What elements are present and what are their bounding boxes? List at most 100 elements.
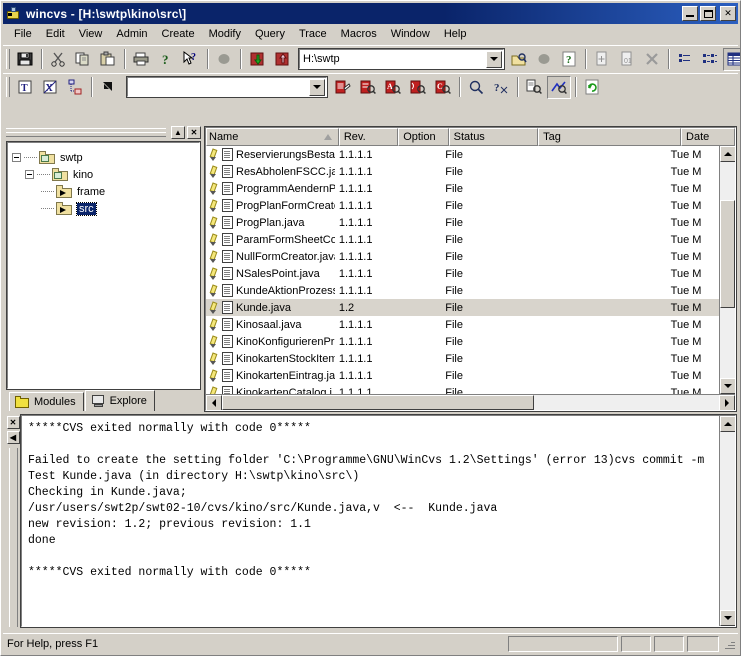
tree-node-kino[interactable]: kino bbox=[12, 166, 195, 183]
console-dock-grip[interactable] bbox=[8, 448, 18, 627]
console-close-button[interactable]: ✕ bbox=[6, 416, 20, 429]
scroll-up-button[interactable] bbox=[720, 146, 735, 162]
filter-dropdown-arrow[interactable] bbox=[309, 78, 325, 96]
scroll-thumb[interactable] bbox=[720, 200, 735, 308]
scroll-down-button[interactable] bbox=[720, 378, 735, 394]
select-arrow-button[interactable] bbox=[96, 76, 120, 99]
table-row[interactable]: ProgrammAendernPr...1.1.1.1 File Tue M bbox=[206, 180, 719, 197]
path-combobox[interactable]: H:\swtp bbox=[298, 48, 505, 70]
log-detail-button[interactable] bbox=[356, 76, 380, 99]
table-row[interactable]: KinokartenCatalog.j 1.1.1.1 File Tue M bbox=[206, 384, 719, 394]
console-scroll-down-button[interactable] bbox=[720, 610, 735, 626]
binary-mode-button[interactable]: X bbox=[38, 76, 62, 99]
menu-macros[interactable]: Macros bbox=[334, 26, 384, 43]
table-row[interactable]: KinoKonfigurierenPro...1.1.1.1 File Tue M bbox=[206, 333, 719, 350]
scroll-right-button[interactable] bbox=[719, 395, 735, 410]
menu-window[interactable]: Window bbox=[384, 26, 437, 43]
hscroll-thumb[interactable] bbox=[222, 395, 534, 410]
list-small-view-button[interactable] bbox=[673, 48, 697, 71]
close-button[interactable]: ✕ bbox=[720, 6, 736, 21]
print-button[interactable] bbox=[129, 48, 153, 71]
dock-close-button[interactable]: ✕ bbox=[187, 126, 201, 139]
path-dropdown-arrow[interactable] bbox=[486, 50, 502, 68]
file-list-horizontal-scrollbar[interactable] bbox=[206, 394, 735, 410]
console-minimize-button[interactable]: ◀ bbox=[6, 431, 20, 444]
query-unknown-button[interactable]: ? bbox=[489, 76, 513, 99]
table-row[interactable]: ProgPlan.java 1.1.1.1 File Tue M bbox=[206, 214, 719, 231]
branch-button[interactable] bbox=[63, 76, 87, 99]
status-button[interactable] bbox=[406, 76, 430, 99]
tree-node-frame[interactable]: frame bbox=[12, 183, 195, 200]
resize-grip[interactable] bbox=[722, 637, 736, 651]
hscroll-track[interactable] bbox=[222, 395, 719, 410]
scroll-track[interactable] bbox=[720, 162, 735, 378]
query-help-button[interactable]: ? bbox=[557, 48, 581, 71]
maximize-button[interactable] bbox=[700, 6, 716, 21]
menu-query[interactable]: Query bbox=[248, 26, 292, 43]
workspace-tree[interactable]: swtp kino frame src bbox=[6, 141, 201, 390]
menu-file[interactable]: File bbox=[7, 26, 39, 43]
column-header-tag[interactable]: Tag bbox=[538, 128, 682, 146]
tab-explore[interactable]: Explore bbox=[84, 390, 155, 411]
expander-icon[interactable] bbox=[25, 170, 34, 179]
console-scroll-track[interactable] bbox=[720, 432, 735, 610]
refresh-button[interactable] bbox=[580, 76, 604, 99]
column-header-name[interactable]: Name bbox=[206, 128, 339, 146]
menu-edit[interactable]: Edit bbox=[39, 26, 72, 43]
menu-help[interactable]: Help bbox=[437, 26, 474, 43]
table-row[interactable]: ProgPlanFormCreato...1.1.1.1 File Tue M bbox=[206, 197, 719, 214]
commit-query-button[interactable]: C bbox=[431, 76, 455, 99]
checkout-button[interactable] bbox=[245, 48, 269, 71]
table-row[interactable]: Kinosaal.java 1.1.1.1 File Tue M bbox=[206, 316, 719, 333]
file-list-vertical-scrollbar[interactable] bbox=[719, 146, 735, 394]
console-output[interactable]: *****CVS exited normally with code 0****… bbox=[20, 414, 737, 628]
table-row[interactable]: ResAbholenFSCC.java1.1.1.1 File Tue M bbox=[206, 163, 719, 180]
annotate-button[interactable]: A bbox=[381, 76, 405, 99]
browse-folder-button[interactable] bbox=[507, 48, 531, 71]
filter-combobox[interactable] bbox=[126, 76, 328, 98]
table-row[interactable]: KundeAktionProzess...1.1.1.1 File Tue M bbox=[206, 282, 719, 299]
console-scroll-up-button[interactable] bbox=[720, 416, 735, 432]
copy-button[interactable] bbox=[71, 48, 95, 71]
table-row[interactable]: ParamFormSheetCo...1.1.1.1 File Tue M bbox=[206, 231, 719, 248]
menu-admin[interactable]: Admin bbox=[109, 26, 154, 43]
expander-icon[interactable] bbox=[12, 153, 21, 162]
workspace-dock-titlebar[interactable]: ▲ ✕ bbox=[5, 125, 202, 140]
query-update-button[interactable] bbox=[464, 76, 488, 99]
minimize-button[interactable] bbox=[682, 6, 698, 21]
tab-modules[interactable]: Modules bbox=[9, 392, 84, 411]
context-help-button[interactable]: ? bbox=[179, 48, 203, 71]
console-vertical-scrollbar[interactable] bbox=[719, 416, 735, 626]
dock-grip[interactable] bbox=[6, 128, 166, 137]
table-row[interactable]: NSalesPoint.java 1.1.1.1 File Tue M bbox=[206, 265, 719, 282]
menu-create[interactable]: Create bbox=[155, 26, 202, 43]
column-header-option[interactable]: Option bbox=[398, 128, 449, 146]
graph-button[interactable] bbox=[547, 75, 571, 99]
table-row[interactable]: KinokartenStockItem...1.1.1.1 File Tue M bbox=[206, 350, 719, 367]
cut-button[interactable] bbox=[46, 48, 70, 71]
dock-minimize-button[interactable]: ▲ bbox=[171, 126, 185, 139]
column-header-date[interactable]: Date bbox=[681, 128, 735, 146]
menu-modify[interactable]: Modify bbox=[202, 26, 248, 43]
menu-view[interactable]: View bbox=[72, 26, 110, 43]
column-header-status[interactable]: Status bbox=[448, 128, 539, 146]
text-mode-button[interactable]: T bbox=[13, 76, 37, 99]
tree-node-swtp[interactable]: swtp bbox=[12, 149, 195, 166]
log-button[interactable] bbox=[331, 76, 355, 99]
menu-trace[interactable]: Trace bbox=[292, 26, 334, 43]
save-button[interactable] bbox=[13, 48, 37, 71]
column-header-rev[interactable]: Rev. bbox=[338, 128, 399, 146]
import-button[interactable] bbox=[270, 48, 294, 71]
scroll-left-button[interactable] bbox=[206, 395, 222, 410]
path-value[interactable]: H:\swtp bbox=[300, 53, 486, 65]
list-large-view-button[interactable] bbox=[698, 48, 722, 71]
table-row[interactable]: NullFormCreator.java 1.1.1.1 File Tue M bbox=[206, 248, 719, 265]
toolbar-grip[interactable] bbox=[6, 49, 10, 69]
about-button[interactable]: ? bbox=[154, 48, 178, 71]
toolbar-grip[interactable] bbox=[6, 77, 10, 97]
paste-button[interactable] bbox=[96, 48, 120, 71]
table-row[interactable]: Kunde.java 1.2 File Tue M bbox=[206, 299, 719, 316]
details-view-button[interactable] bbox=[723, 47, 740, 71]
table-row[interactable]: ReservierungsBesta... 1.1.1.1 File Tue M bbox=[206, 146, 719, 163]
tree-node-src[interactable]: src bbox=[12, 200, 195, 217]
